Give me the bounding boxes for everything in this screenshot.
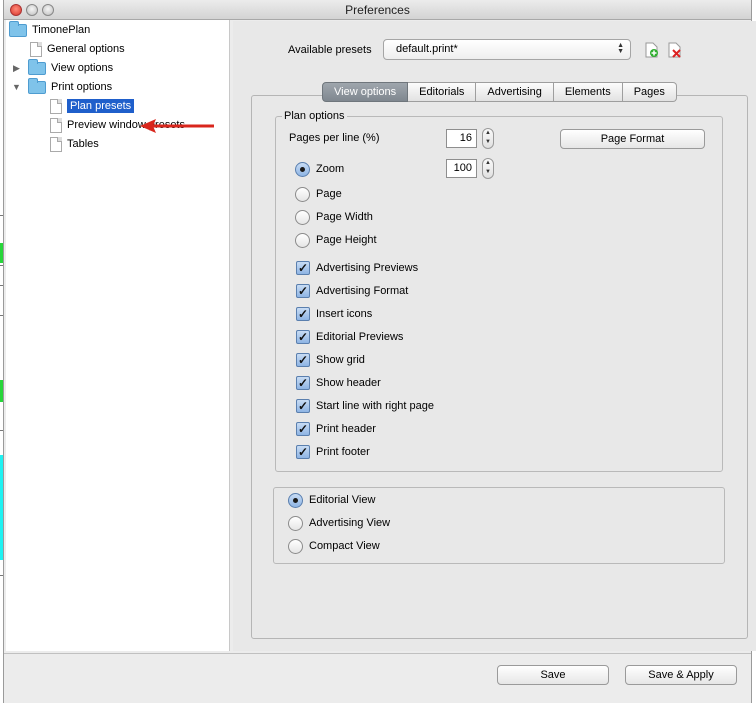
close-window-button[interactable] [10, 4, 22, 16]
tree-item-tables[interactable]: Tables [50, 135, 99, 153]
print-footer-checkbox[interactable]: ✓ [296, 445, 310, 459]
presets-select[interactable]: default.print* ▲ ▼ [383, 39, 631, 60]
editorial-previews-label: Editorial Previews [316, 331, 404, 343]
folder-icon [28, 77, 46, 94]
tree-item-general-options[interactable]: General options [30, 40, 125, 58]
title-bar: Preferences [4, 0, 751, 20]
document-icon [50, 98, 62, 114]
print-footer-label: Print footer [316, 446, 370, 458]
save-button[interactable]: Save [497, 665, 609, 685]
show-header-checkbox[interactable]: ✓ [296, 376, 310, 390]
tab-pages[interactable]: Pages [622, 82, 677, 102]
page-format-button[interactable]: Page Format [560, 129, 705, 149]
tab-advertising[interactable]: Advertising [476, 82, 554, 102]
editorial-view-radio[interactable] [288, 493, 303, 508]
select-arrows-icon: ▲ ▼ [617, 42, 624, 55]
zoom-radio[interactable] [295, 162, 310, 177]
document-icon [50, 136, 62, 152]
minimize-window-button[interactable] [26, 4, 38, 16]
page-height-label: Page Height [316, 234, 377, 246]
page-width-label: Page Width [316, 211, 373, 223]
page-label: Page [316, 188, 342, 200]
zoom-window-button[interactable] [42, 4, 54, 16]
tab-content-box: Plan options Pages per line (%) 16 ▲ ▼ Pa… [251, 95, 748, 639]
insert-icons-checkbox[interactable]: ✓ [296, 307, 310, 321]
delete-preset-icon[interactable] [668, 42, 682, 58]
save-and-apply-button[interactable]: Save & Apply [625, 665, 737, 685]
page-height-radio[interactable] [295, 233, 310, 248]
pages-per-line-label: Pages per line (%) [289, 132, 380, 144]
preferences-window: Preferences TimonePlan General options ▶… [3, 0, 756, 703]
disclosure-triangle-right-icon[interactable]: ▶ [13, 63, 20, 74]
preferences-tree: TimonePlan General options ▶ View option… [6, 20, 230, 651]
folder-icon [9, 20, 27, 37]
disclosure-triangle-down-icon[interactable]: ▼ [12, 82, 21, 92]
start-line-right-page-checkbox[interactable]: ✓ [296, 399, 310, 413]
tab-view-options[interactable]: View options [322, 82, 409, 102]
options-tab-bar: View options Editorials Advertising Elem… [322, 82, 677, 102]
show-grid-label: Show grid [316, 354, 365, 366]
insert-icons-label: Insert icons [316, 308, 373, 320]
tree-item-timoneplan[interactable]: TimonePlan [9, 20, 90, 39]
tab-editorials[interactable]: Editorials [408, 82, 477, 102]
print-header-checkbox[interactable]: ✓ [296, 422, 310, 436]
dialog-footer: Save Save & Apply [4, 653, 751, 703]
pages-per-line-stepper[interactable]: ▲ ▼ [482, 128, 494, 149]
compact-view-label: Compact View [309, 540, 380, 552]
settings-panel: Available presets default.print* ▲ ▼ Plan… [233, 21, 756, 651]
show-header-label: Show header [316, 377, 381, 389]
compact-view-radio[interactable] [288, 539, 303, 554]
advertising-previews-checkbox[interactable]: ✓ [296, 261, 310, 275]
editorial-view-label: Editorial View [309, 494, 376, 506]
zoom-value-input[interactable]: 100 [446, 159, 477, 178]
tree-item-print-options[interactable]: Print options [28, 77, 112, 96]
advertising-format-label: Advertising Format [316, 285, 409, 297]
available-presets-label: Available presets [288, 44, 372, 56]
red-arrow-annotation-icon [140, 119, 214, 133]
page-radio[interactable] [295, 187, 310, 202]
advertising-view-radio[interactable] [288, 516, 303, 531]
document-icon [30, 41, 42, 57]
window-title: Preferences [345, 3, 410, 17]
print-header-label: Print header [316, 423, 376, 435]
zoom-label: Zoom [316, 163, 345, 175]
advertising-view-label: Advertising View [309, 517, 391, 529]
zoom-stepper[interactable]: ▲ ▼ [482, 158, 494, 179]
start-line-right-page-label: Start line with right page [316, 400, 435, 412]
show-grid-checkbox[interactable]: ✓ [296, 353, 310, 367]
advertising-previews-label: Advertising Previews [316, 262, 419, 274]
view-mode-group: Editorial View Advertising View Compact … [273, 487, 725, 564]
plan-options-title: Plan options [282, 110, 347, 122]
plan-options-group: Plan options Pages per line (%) 16 ▲ ▼ Pa… [275, 110, 723, 472]
tab-elements[interactable]: Elements [553, 82, 623, 102]
page-width-radio[interactable] [295, 210, 310, 225]
folder-icon [28, 58, 46, 75]
advertising-format-checkbox[interactable]: ✓ [296, 284, 310, 298]
tree-item-plan-presets[interactable]: Plan presets [50, 97, 135, 115]
add-preset-icon[interactable] [645, 42, 659, 58]
document-icon [50, 117, 62, 133]
tree-item-view-options[interactable]: View options [28, 58, 113, 77]
pages-per-line-input[interactable]: 16 [446, 129, 477, 148]
editorial-previews-checkbox[interactable]: ✓ [296, 330, 310, 344]
